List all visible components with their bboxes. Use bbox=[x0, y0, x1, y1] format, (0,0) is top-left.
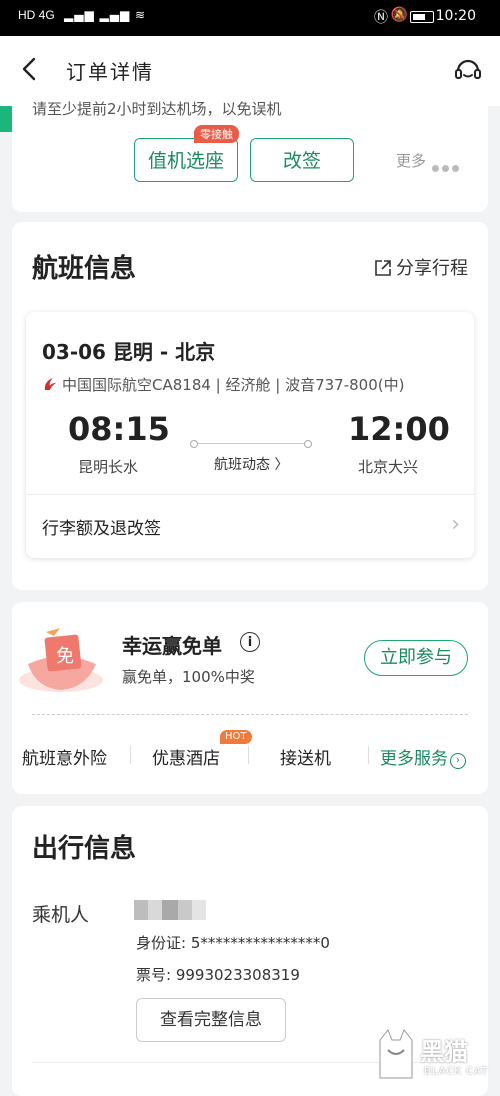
customer-service-icon[interactable] bbox=[452, 54, 484, 86]
accent-bar bbox=[0, 106, 12, 132]
clock: 10:20 bbox=[435, 8, 476, 24]
departure-airport: 昆明长水 bbox=[78, 458, 139, 476]
flight-date-route: 03-06 昆明 - 北京 bbox=[42, 340, 216, 364]
more-services-link[interactable]: 更多服务 › bbox=[380, 744, 466, 769]
arrival-time: 12:00 bbox=[348, 410, 450, 448]
lucky-free-subtitle: 赢免单，100%中奖 bbox=[122, 668, 255, 686]
service-hotel[interactable]: 优惠酒店 bbox=[152, 744, 220, 769]
zero-contact-badge: 零接触 bbox=[194, 125, 239, 143]
gift-char: 免 bbox=[56, 646, 74, 667]
battery-icon bbox=[410, 11, 434, 23]
departure-time: 08:15 bbox=[68, 410, 170, 448]
nfc-icon: Ⓝ bbox=[374, 10, 388, 26]
free-order-gift-icon: 免 bbox=[19, 628, 103, 692]
promo-services-card: 免 幸运赢免单 i 赢免单，100%中奖 立即参与 航班意外险 优惠酒店 HOT… bbox=[12, 602, 488, 794]
black-cat-logo-icon bbox=[379, 1029, 413, 1079]
hot-badge: HOT bbox=[220, 730, 252, 744]
blurred-passenger-name bbox=[134, 900, 206, 920]
share-trip-button[interactable]: 分享行程 bbox=[374, 254, 468, 280]
separator bbox=[368, 746, 369, 764]
service-insurance[interactable]: 航班意外险 bbox=[22, 744, 107, 769]
black-cat-watermark: 黑猫 BLACK CAT bbox=[374, 1028, 500, 1083]
more-dots-icon[interactable] bbox=[432, 157, 462, 176]
more-actions-button[interactable]: 更多 bbox=[396, 150, 426, 171]
separator bbox=[130, 746, 131, 764]
separator bbox=[248, 746, 249, 764]
luggage-policy-link[interactable]: 行李额及退改签 bbox=[42, 514, 161, 539]
flight-section-title: 航班信息 bbox=[32, 254, 137, 284]
mute-icon: 🔕 bbox=[390, 7, 408, 23]
checkin-seat-button[interactable]: 值机选座 bbox=[134, 138, 238, 182]
order-actions-card: 请至少提前2小时到达机场，以免误机 值机选座 零接触 改签 更多 bbox=[0, 100, 488, 212]
chevron-left-icon[interactable] bbox=[16, 54, 44, 84]
dashed-divider bbox=[32, 714, 468, 715]
lucky-free-title: 幸运赢免单 bbox=[122, 634, 222, 658]
passenger-label: 乘机人 bbox=[32, 904, 90, 926]
ticket-number-line: 票号: 9993023308319 bbox=[136, 966, 300, 984]
airport-notice: 请至少提前2小时到达机场，以免误机 bbox=[32, 100, 282, 118]
network-indicator: HD 4G bbox=[18, 8, 55, 22]
service-transfer[interactable]: 接送机 bbox=[280, 744, 331, 769]
join-now-button[interactable]: 立即参与 bbox=[364, 640, 468, 676]
flight-detail-box: 03-06 昆明 - 北京 中国国际航空CA8184 | 经济舱 | 波音737… bbox=[26, 312, 474, 558]
flight-dynamics-link[interactable]: 航班动态 〉 bbox=[214, 454, 288, 474]
share-trip-label: 分享行程 bbox=[396, 258, 468, 279]
more-services-label: 更多服务 bbox=[380, 749, 448, 769]
flight-path-line bbox=[190, 440, 312, 448]
airline-info: 中国国际航空CA8184 | 经济舱 | 波音737-800(中) bbox=[62, 376, 405, 394]
view-full-info-button[interactable]: 查看完整信息 bbox=[136, 998, 286, 1042]
airline-line: 中国国际航空CA8184 | 经济舱 | 波音737-800(中) bbox=[42, 374, 404, 395]
divider bbox=[26, 494, 474, 495]
signal-icon: ▂▄▆ ▂▄▆ ≋ bbox=[64, 8, 147, 22]
share-external-icon bbox=[375, 260, 391, 276]
chevron-circle-right-icon: › bbox=[450, 753, 466, 769]
page-title: 订单详情 bbox=[66, 60, 154, 84]
change-ticket-button[interactable]: 改签 bbox=[250, 138, 354, 182]
status-bar: HD 4G ▂▄▆ ▂▄▆ ≋ Ⓝ 🔕 10:20 bbox=[0, 0, 500, 36]
id-card-line: 身份证: 5****************0 bbox=[136, 934, 330, 952]
travel-section-title: 出行信息 bbox=[32, 834, 137, 864]
watermark-text: 黑猫 bbox=[420, 1038, 468, 1066]
air-china-logo-icon bbox=[44, 378, 56, 390]
flight-info-card: 航班信息 分享行程 03-06 昆明 - 北京 中国国际航空CA8184 | 经… bbox=[12, 222, 488, 590]
nav-bar: 订单详情 bbox=[0, 36, 500, 106]
info-icon[interactable]: i bbox=[240, 632, 260, 652]
arrival-airport: 北京大兴 bbox=[358, 458, 419, 476]
chevron-right-icon[interactable]: › bbox=[451, 512, 460, 537]
watermark-en: BLACK CAT bbox=[424, 1066, 489, 1077]
